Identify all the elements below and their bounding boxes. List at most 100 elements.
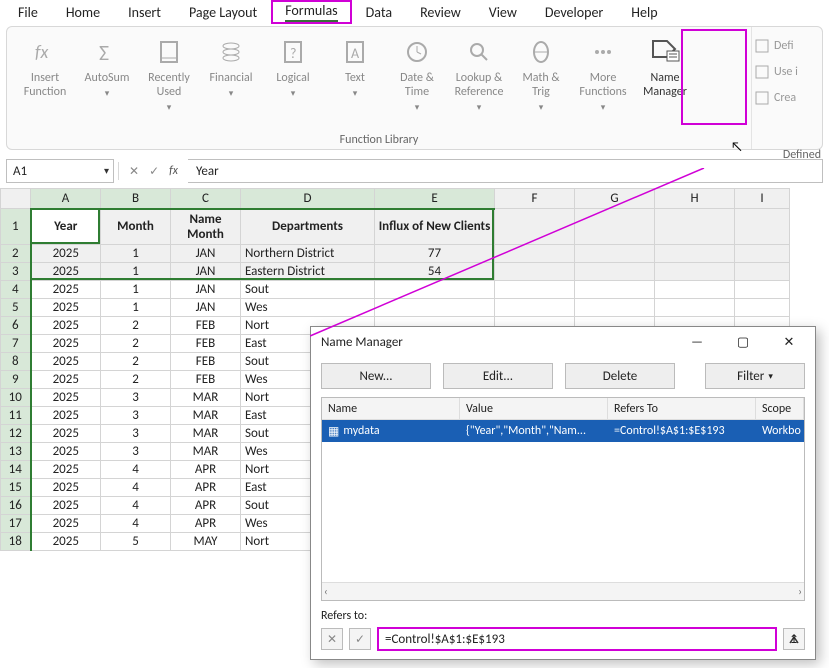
- cell-G1[interactable]: [575, 209, 655, 245]
- cell-D3[interactable]: Eastern District: [241, 263, 375, 281]
- cell-H1[interactable]: [655, 209, 735, 245]
- name-box[interactable]: A1 ▾: [6, 159, 114, 183]
- filter-button[interactable]: Filter▾: [705, 363, 805, 389]
- refers-accept-button[interactable]: ✓: [349, 628, 371, 650]
- ribbon-side-defi[interactable]: Defi: [754, 33, 820, 59]
- cell-A13[interactable]: 2025: [31, 443, 101, 461]
- row-header-12[interactable]: 12: [1, 425, 31, 443]
- collapse-dialog-button[interactable]: ↥: [783, 628, 805, 650]
- cell-E1[interactable]: Influx of New Clients: [375, 209, 495, 245]
- cell-A15[interactable]: 2025: [31, 479, 101, 497]
- refers-to-input[interactable]: =Control!$A$1:$E$193: [377, 627, 777, 651]
- ribbon-text-button[interactable]: AText▾: [325, 33, 385, 129]
- col-header-F[interactable]: F: [495, 189, 575, 209]
- cell-E3[interactable]: 54: [375, 263, 495, 281]
- cell-F2[interactable]: [495, 245, 575, 263]
- row-header-6[interactable]: 6: [1, 317, 31, 335]
- cell-F4[interactable]: [495, 281, 575, 299]
- enter-icon[interactable]: ✓: [149, 164, 159, 179]
- cell-C17[interactable]: APR: [171, 515, 241, 533]
- cell-B4[interactable]: 1: [101, 281, 171, 299]
- cell-A3[interactable]: 2025: [31, 263, 101, 281]
- cell-A17[interactable]: 2025: [31, 515, 101, 533]
- menu-file[interactable]: File: [4, 2, 52, 23]
- cell-A14[interactable]: 2025: [31, 461, 101, 479]
- cell-H3[interactable]: [655, 263, 735, 281]
- close-button[interactable]: ✕: [767, 329, 811, 355]
- cell-A8[interactable]: 2025: [31, 353, 101, 371]
- cell-C10[interactable]: MAR: [171, 389, 241, 407]
- cell-B14[interactable]: 4: [101, 461, 171, 479]
- cell-I3[interactable]: [735, 263, 790, 281]
- col-header-B[interactable]: B: [101, 189, 171, 209]
- fx-icon[interactable]: fx: [169, 164, 178, 178]
- cell-B1[interactable]: Month: [101, 209, 171, 245]
- cell-C5[interactable]: JAN: [171, 299, 241, 317]
- delete-button[interactable]: Delete: [565, 363, 675, 389]
- menu-data[interactable]: Data: [352, 2, 406, 23]
- cell-G3[interactable]: [575, 263, 655, 281]
- cell-C4[interactable]: JAN: [171, 281, 241, 299]
- cell-A12[interactable]: 2025: [31, 425, 101, 443]
- menu-help[interactable]: Help: [617, 2, 671, 23]
- cell-B16[interactable]: 4: [101, 497, 171, 515]
- cell-A7[interactable]: 2025: [31, 335, 101, 353]
- ribbon-more-functions-button[interactable]: More Functions▾: [573, 33, 633, 129]
- cell-B7[interactable]: 2: [101, 335, 171, 353]
- cell-C14[interactable]: APR: [171, 461, 241, 479]
- cell-C18[interactable]: MAY: [171, 533, 241, 551]
- maximize-button[interactable]: ▢: [721, 329, 765, 355]
- menu-view[interactable]: View: [475, 2, 531, 23]
- col-header-C[interactable]: C: [171, 189, 241, 209]
- cell-A10[interactable]: 2025: [31, 389, 101, 407]
- cell-D5[interactable]: Wes: [241, 299, 375, 317]
- edit-button[interactable]: Edit...: [443, 363, 553, 389]
- ribbon-name-manager-button[interactable]: Name Manager: [635, 33, 695, 129]
- ribbon-lookup-reference-button[interactable]: Lookup & Reference▾: [449, 33, 509, 129]
- cell-A6[interactable]: 2025: [31, 317, 101, 335]
- col-header-H[interactable]: H: [655, 189, 735, 209]
- cell-A18[interactable]: 2025: [31, 533, 101, 551]
- cell-E5[interactable]: [375, 299, 495, 317]
- cell-B10[interactable]: 3: [101, 389, 171, 407]
- cell-F1[interactable]: [495, 209, 575, 245]
- row-header-9[interactable]: 9: [1, 371, 31, 389]
- cell-H2[interactable]: [655, 245, 735, 263]
- row-header-2[interactable]: 2: [1, 245, 31, 263]
- row-header-13[interactable]: 13: [1, 443, 31, 461]
- cell-G5[interactable]: [575, 299, 655, 317]
- col-header-I[interactable]: I: [735, 189, 790, 209]
- chevron-down-icon[interactable]: ▾: [104, 164, 109, 177]
- row-header-15[interactable]: 15: [1, 479, 31, 497]
- row-header-1[interactable]: 1: [1, 209, 31, 245]
- cell-D2[interactable]: Northern District: [241, 245, 375, 263]
- cell-B8[interactable]: 2: [101, 353, 171, 371]
- cell-C12[interactable]: MAR: [171, 425, 241, 443]
- select-all-cell[interactable]: [1, 189, 31, 209]
- menu-page-layout[interactable]: Page Layout: [175, 2, 271, 23]
- names-list[interactable]: Name Value Refers To Scope ▦mydata {"Yea…: [321, 397, 805, 601]
- cell-A4[interactable]: 2025: [31, 281, 101, 299]
- row-header-14[interactable]: 14: [1, 461, 31, 479]
- ribbon-side-use i[interactable]: Use i: [754, 59, 820, 85]
- cell-B13[interactable]: 3: [101, 443, 171, 461]
- cell-C13[interactable]: MAR: [171, 443, 241, 461]
- row-header-11[interactable]: 11: [1, 407, 31, 425]
- row-header-4[interactable]: 4: [1, 281, 31, 299]
- scroll-right-icon[interactable]: ›: [798, 585, 802, 598]
- cell-C3[interactable]: JAN: [171, 263, 241, 281]
- formula-input[interactable]: Year: [188, 159, 823, 183]
- col-refers[interactable]: Refers To: [608, 398, 756, 419]
- cell-B3[interactable]: 1: [101, 263, 171, 281]
- cell-C15[interactable]: APR: [171, 479, 241, 497]
- refers-cancel-button[interactable]: ✕: [321, 628, 343, 650]
- col-name[interactable]: Name: [322, 398, 460, 419]
- cell-I1[interactable]: [735, 209, 790, 245]
- ribbon-insert-function-button[interactable]: fxInsert Function: [15, 33, 75, 129]
- col-scope[interactable]: Scope: [756, 398, 804, 419]
- row-header-18[interactable]: 18: [1, 533, 31, 551]
- cell-B11[interactable]: 3: [101, 407, 171, 425]
- cell-C11[interactable]: MAR: [171, 407, 241, 425]
- col-value[interactable]: Value: [460, 398, 608, 419]
- ribbon-side-crea[interactable]: Crea: [754, 85, 820, 111]
